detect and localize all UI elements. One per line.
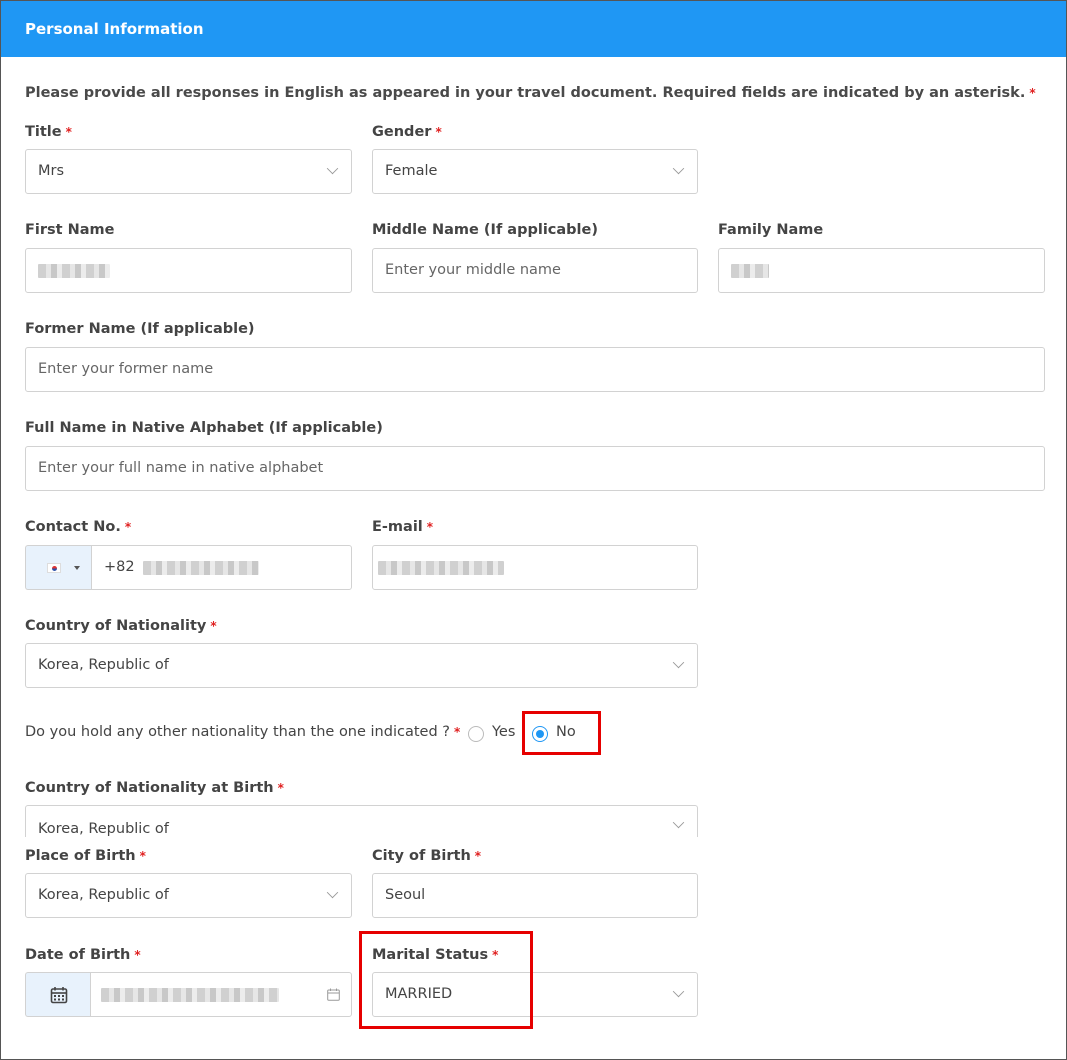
caret-down-icon: [74, 566, 80, 570]
redacted-value: [731, 264, 769, 278]
highlight-box-marital-status: [359, 931, 533, 1029]
calendar-small-icon: [327, 988, 340, 1001]
chevron-down-icon: [672, 816, 685, 829]
gender-value: Female: [385, 163, 438, 179]
instructions-text: Please provide all responses in English …: [25, 85, 1036, 101]
country-code-dropdown[interactable]: [25, 545, 92, 590]
chevron-down-icon: [672, 162, 685, 175]
nationality-label: Country of Nationality *: [25, 618, 217, 634]
email-label: E-mail *: [372, 519, 434, 535]
native-name-input[interactable]: Enter your full name in native alphabet: [25, 446, 1045, 491]
title-value: Mrs: [38, 163, 65, 179]
native-name-label: Full Name in Native Alphabet (If applica…: [25, 420, 383, 436]
city-of-birth-label: City of Birth *: [372, 848, 482, 864]
nationality-select[interactable]: Korea, Republic of: [25, 643, 698, 688]
redacted-value: [378, 561, 504, 575]
date-of-birth-input[interactable]: [90, 972, 352, 1017]
family-name-label: Family Name: [718, 222, 824, 238]
calendar-icon: [50, 987, 68, 1004]
radio-yes[interactable]: [468, 726, 484, 742]
first-name-input[interactable]: [25, 248, 352, 293]
other-nationality-question: Do you hold any other nationality than t…: [25, 724, 461, 740]
family-name-input[interactable]: [718, 248, 1045, 293]
contact-label: Contact No. *: [25, 519, 132, 535]
first-name-label: First Name: [25, 222, 115, 238]
highlight-box-no: [522, 711, 601, 755]
middle-name-label: Middle Name (If applicable): [372, 222, 598, 238]
nationality-birth-select[interactable]: Korea, Republic of: [25, 805, 698, 837]
middle-name-input[interactable]: Enter your middle name: [372, 248, 698, 293]
section-header: Personal Information: [1, 1, 1066, 57]
gender-label: Gender *: [372, 124, 442, 140]
city-of-birth-input[interactable]: Seoul: [372, 873, 698, 918]
radio-yes-label: Yes: [492, 724, 516, 740]
nationality-birth-label: Country of Nationality at Birth *: [25, 780, 284, 796]
former-name-input[interactable]: Enter your former name: [25, 347, 1045, 392]
title-label: Title *: [25, 124, 72, 140]
korea-flag-icon: [47, 563, 61, 573]
chevron-down-icon: [672, 985, 685, 998]
chevron-down-icon: [326, 162, 339, 175]
calendar-button[interactable]: [25, 972, 91, 1017]
phone-input[interactable]: +82: [91, 545, 352, 590]
personal-info-form: Personal Information Please provide all …: [0, 0, 1067, 1060]
chevron-down-icon: [326, 886, 339, 899]
date-of-birth-label: Date of Birth *: [25, 947, 141, 963]
place-of-birth-select[interactable]: Korea, Republic of: [25, 873, 352, 918]
dial-code: +82: [104, 559, 135, 575]
gender-select[interactable]: Female: [372, 149, 698, 194]
redacted-value: [38, 264, 110, 278]
redacted-value: [101, 988, 279, 1002]
place-of-birth-label: Place of Birth *: [25, 848, 146, 864]
section-title: Personal Information: [25, 20, 204, 38]
chevron-down-icon: [672, 656, 685, 669]
former-name-label: Former Name (If applicable): [25, 321, 255, 337]
title-select[interactable]: Mrs: [25, 149, 352, 194]
email-input[interactable]: [372, 545, 698, 590]
redacted-value: [143, 561, 259, 575]
